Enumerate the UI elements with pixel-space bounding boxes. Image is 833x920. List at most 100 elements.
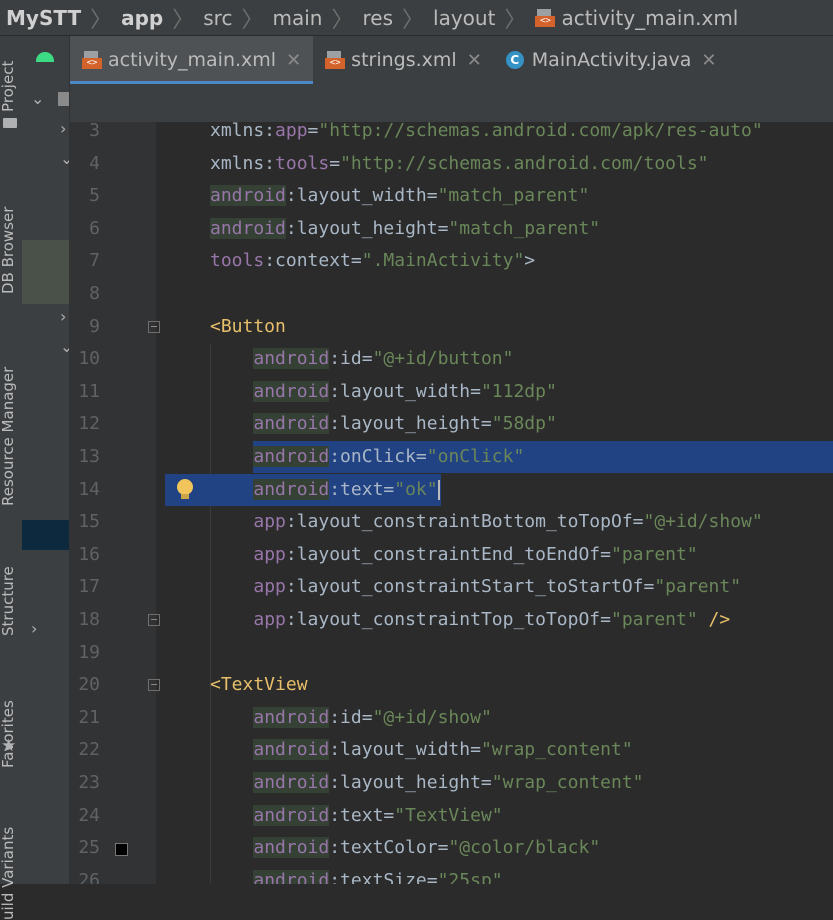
code-token: :id= <box>329 706 373 728</box>
fold-icon[interactable] <box>148 679 160 692</box>
code-token: app <box>275 122 308 141</box>
lightbulb-icon[interactable] <box>177 478 193 499</box>
code-line: 23 android:layout_height="wrap_content" <box>70 767 833 800</box>
code-line: 24 android:text="TextView" <box>70 800 833 833</box>
line-number: 12 <box>78 413 100 435</box>
line-number: 6 <box>89 217 100 239</box>
code-token: app <box>253 576 286 598</box>
code-text: xmlns:tools="http://schemas.android.com/… <box>210 148 709 180</box>
tab-mainactivity-java[interactable]: C MainActivity.java ✕ <box>494 36 729 84</box>
code-token: "58dp" <box>491 413 557 435</box>
code-token: "wrap_content" <box>480 739 633 761</box>
close-icon[interactable]: ✕ <box>467 50 482 71</box>
code-line: 5 android:layout_width="match_parent" <box>70 180 833 213</box>
code-line: 25 android:textColor="@color/black" <box>70 832 833 865</box>
code-token: :layout_height= <box>329 772 492 793</box>
code-editor[interactable]: 3 xmlns:app="http://schemas.android.com/a… <box>70 122 833 884</box>
tree-row[interactable]: ⌄ <box>22 334 69 362</box>
close-icon[interactable]: ✕ <box>286 50 301 71</box>
tool-tab-db-browser[interactable]: DB Browser <box>0 207 17 294</box>
code-token: :context= <box>264 250 362 272</box>
code-token: "http://schemas.android.com/tools" <box>340 152 709 174</box>
code-token: <TextView <box>210 674 308 696</box>
code-token: "match_parent" <box>448 217 601 239</box>
line-number: 23 <box>78 772 100 793</box>
code-token: "25sp" <box>437 869 503 884</box>
code-token: android <box>253 348 330 370</box>
tree-row[interactable]: › <box>22 116 69 144</box>
breadcrumb-item[interactable]: main <box>272 6 322 30</box>
code-line: 4 xmlns:tools="http://schemas.android.com… <box>70 148 833 181</box>
tool-tab-label: Resource Manager <box>0 366 17 506</box>
line-number: 17 <box>78 576 100 598</box>
code-token: :textSize= <box>329 869 438 884</box>
code-token: :text= <box>329 804 395 826</box>
code-token: android <box>210 217 286 239</box>
code-token: "http://schemas.android.com/apk/res-auto… <box>318 122 763 141</box>
code-token: xmlns: <box>210 122 276 141</box>
breadcrumb-item[interactable]: src <box>203 6 232 30</box>
breadcrumb-item[interactable]: <> activity_main.xml <box>535 6 738 30</box>
tree-row[interactable]: › <box>22 304 69 332</box>
tab-strings-xml[interactable]: <> strings.xml ✕ <box>313 36 494 84</box>
code-token: app <box>253 609 286 630</box>
code-token: :layout_width= <box>329 739 481 761</box>
breadcrumb-item[interactable]: app <box>121 6 163 30</box>
breadcrumb-label: src <box>203 5 233 30</box>
code-text: <TextView <box>210 669 308 701</box>
breadcrumb-label: layout <box>433 5 496 30</box>
folder-icon <box>58 92 69 106</box>
tool-tab-structure[interactable]: Structure <box>0 566 17 636</box>
tool-tab-label: uild Variants <box>0 826 17 920</box>
breadcrumb-item[interactable]: layout <box>433 6 495 30</box>
tool-tab-project[interactable]: Project <box>0 61 17 112</box>
breadcrumb-item[interactable]: MySTT <box>6 6 81 30</box>
code-token: :layout_constraintStart_toStartOf= <box>285 576 655 598</box>
breadcrumb-item[interactable]: res <box>362 6 393 30</box>
code-line: 13 android:onClick="onClick" <box>70 441 833 474</box>
line-number: 13 <box>78 446 100 467</box>
line-number: 3 <box>89 122 100 141</box>
code-token: :layout_constraintTop_toTopOf= <box>285 609 611 630</box>
code-text: android:text="TextView" <box>210 800 503 832</box>
fold-icon[interactable] <box>148 320 160 333</box>
line-number: 5 <box>89 185 100 207</box>
code-line: 7 tools:context=".MainActivity"> <box>70 245 833 278</box>
line-number: 24 <box>78 804 100 826</box>
code-line: 26 android:textSize="25sp" <box>70 865 833 884</box>
code-token: :layout_width= <box>329 380 481 402</box>
code-text: xmlns:app="http://schemas.android.com/ap… <box>210 122 763 147</box>
code-token: "onClick" <box>426 446 525 467</box>
chevron-right-icon: › <box>60 307 67 326</box>
code-line: 6 android:layout_height="match_parent" <box>70 213 833 246</box>
java-class-icon: C <box>505 51 524 69</box>
code-line: 19 <box>70 637 833 670</box>
code-token: :text= <box>329 478 395 500</box>
tool-tab-build-variants[interactable]: uild Variants <box>0 827 17 920</box>
tab-activity_main-xml[interactable]: <> activity_main.xml ✕ <box>70 36 314 84</box>
tool-tab-favorites[interactable]: Favorites <box>0 700 17 768</box>
line-number: 14 <box>78 478 100 500</box>
close-icon[interactable]: ✕ <box>701 50 716 71</box>
code-line: 3 xmlns:app="http://schemas.android.com/a… <box>70 122 833 148</box>
line-number: 15 <box>78 511 100 533</box>
tab-label: strings.xml <box>351 49 457 71</box>
code-line: 12 android:layout_height="58dp" <box>70 408 833 441</box>
tree-row-selected[interactable] <box>22 520 69 550</box>
tree-row[interactable]: ⌄ <box>22 146 69 174</box>
tool-tab-resource-manager[interactable]: Resource Manager <box>0 367 17 506</box>
tree-row[interactable]: ⌄ <box>22 86 69 114</box>
fold-icon[interactable] <box>148 614 160 626</box>
code-token: "ok" <box>394 478 438 500</box>
code-token: :layout_height= <box>329 413 492 435</box>
code-token: ".MainActivity" <box>361 250 525 272</box>
color-swatch-icon <box>115 843 128 857</box>
code-token: :textColor= <box>329 837 449 859</box>
tree-row[interactable]: › <box>22 616 69 644</box>
